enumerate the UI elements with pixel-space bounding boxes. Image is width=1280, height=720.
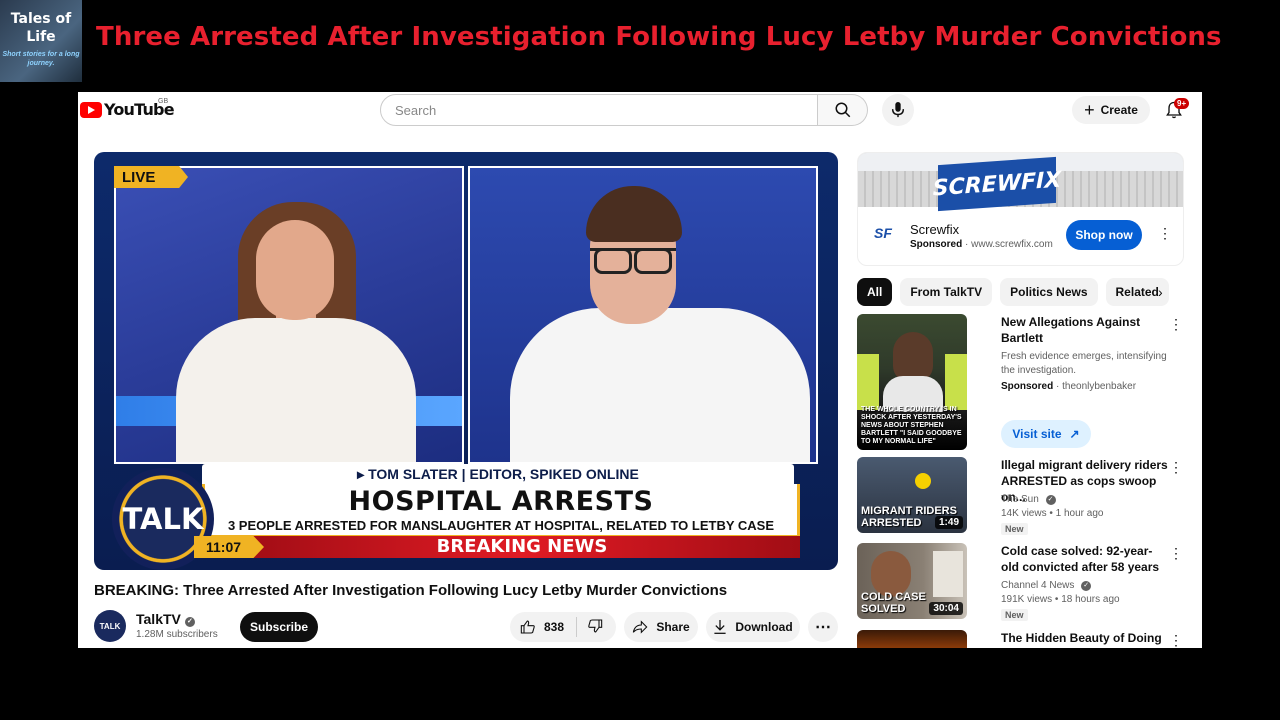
visit-site-label: Visit site: [1012, 427, 1062, 441]
like-button[interactable]: 838: [510, 617, 578, 637]
download-label: Download: [735, 620, 793, 634]
chip-from-talktv[interactable]: From TalkTV: [900, 278, 993, 306]
like-count: 838: [544, 620, 565, 634]
recommendation-item[interactable]: COLD CASE SOLVED 30:04 Cold case solved:…: [857, 543, 1187, 623]
youtube-play-icon: [80, 101, 102, 118]
thumbs-down-icon: [588, 618, 603, 633]
recommendation-item[interactable]: The Hidden Beauty of Doing ⋮: [857, 630, 1187, 648]
rec-title[interactable]: Cold case solved: 92-year-old convicted …: [1001, 543, 1169, 575]
create-button[interactable]: + Create: [1072, 96, 1150, 124]
chip-all[interactable]: All: [857, 278, 893, 306]
rec-description: Fresh evidence emerges, intensifying the…: [1001, 351, 1167, 376]
share-label: Share: [656, 620, 690, 634]
subscribe-button[interactable]: Subscribe: [240, 612, 318, 642]
rec-duration: 1:49: [934, 516, 963, 529]
new-badge: New: [1001, 609, 1028, 621]
recommendation-item[interactable]: MIGRANT RIDERS ARRESTED 1:49 Illegal mig…: [857, 457, 1187, 537]
visit-site-button[interactable]: Visit site ↗: [1001, 420, 1091, 448]
channel-avatar[interactable]: TALK: [94, 610, 126, 642]
lower-third-headline: HOSPITAL ARRESTS: [348, 486, 654, 517]
rec-menu-kebab-icon[interactable]: ⋮: [1169, 459, 1183, 476]
video-title: BREAKING: Three Arrested After Investiga…: [94, 582, 728, 599]
voice-search-button[interactable]: [882, 94, 914, 126]
screwfix-logo-icon: SF: [874, 225, 892, 241]
share-arrow-icon: [633, 620, 648, 634]
thumbs-up-icon: [520, 620, 535, 634]
video-panel-right: [468, 166, 818, 464]
dislike-button[interactable]: [577, 618, 603, 637]
verified-check-icon: ✓: [184, 617, 195, 627]
video-panel-left: [114, 166, 464, 464]
rec-stats: 14K views • 1 hour ago: [1001, 508, 1104, 519]
recommendation-item[interactable]: THE WHOLE COUNTRY IS IN SHOCK AFTER YEST…: [857, 314, 1187, 454]
lower-third-subheadline: 3 PEOPLE ARRESTED FOR MANSLAUGHTER AT HO…: [227, 518, 775, 533]
chevron-right-icon[interactable]: ›: [1158, 284, 1163, 300]
more-actions-button[interactable]: ⋯: [808, 612, 838, 642]
tales-of-life-logo: Tales of Life Short stories for a long j…: [0, 0, 82, 82]
rec-channel: theonlybenbaker: [1062, 381, 1137, 392]
search-button[interactable]: [818, 94, 868, 126]
rec-thumb-caption: THE WHOLE COUNTRY IS IN SHOCK AFTER YEST…: [861, 406, 962, 445]
channel-name[interactable]: TalkTV ✓: [136, 611, 195, 627]
subscriber-count: 1.28M subscribers: [136, 629, 218, 640]
rec-menu-kebab-icon[interactable]: ⋮: [1169, 632, 1183, 648]
new-badge: New: [1001, 523, 1028, 535]
download-button[interactable]: Download: [706, 612, 800, 642]
masthead: YouTube GB Search + Create 9+: [78, 92, 1202, 128]
share-button[interactable]: Share: [624, 612, 698, 642]
search-input[interactable]: Search: [380, 94, 818, 126]
ad-banner-image: SCREWFIX: [858, 153, 1183, 212]
rec-thumbnail[interactable]: THE WHOLE COUNTRY IS IN SHOCK AFTER YEST…: [857, 314, 967, 450]
rec-duration: 30:04: [929, 602, 963, 615]
rec-sponsored-label: Sponsored: [1001, 381, 1054, 392]
rec-title[interactable]: New Allegations Against Bartlett: [1001, 314, 1169, 346]
rec-channel: Channel 4 News ✓: [1001, 579, 1092, 593]
breaking-news-banner: BREAKING NEWS: [244, 536, 800, 558]
create-label: Create: [1100, 103, 1138, 117]
channel-name-text: TalkTV: [136, 611, 181, 627]
microphone-icon: [891, 102, 905, 118]
search-placeholder: Search: [395, 102, 437, 118]
rec-title[interactable]: The Hidden Beauty of Doing: [1001, 630, 1169, 646]
notification-count-badge: 9+: [1174, 98, 1190, 109]
video-player[interactable]: LIVE ▸ TOM SLATER | EDITOR, SPIKED ONLIN…: [94, 152, 838, 570]
ad-menu-kebab-icon[interactable]: ⋮: [1158, 225, 1172, 242]
rec-menu-kebab-icon[interactable]: ⋮: [1169, 316, 1183, 333]
logo-line1: Tales of: [10, 11, 72, 27]
search-icon: [835, 102, 850, 118]
rec-menu-kebab-icon[interactable]: ⋮: [1169, 545, 1183, 562]
lower-third-name: ▸ TOM SLATER | EDITOR, SPIKED ONLINE: [202, 464, 794, 484]
overlay-title: Three Arrested After Investigation Follo…: [96, 22, 1222, 52]
logo-line2: Life: [26, 29, 56, 45]
youtube-page: YouTube GB Search + Create 9+ LIVE ▸ TOM…: [78, 92, 1202, 648]
external-link-arrow-icon: ↗: [1069, 427, 1080, 441]
rec-thumbnail[interactable]: MIGRANT RIDERS ARRESTED 1:49: [857, 457, 967, 533]
recommendation-filter-chips: All From TalkTV Politics News Related: [857, 278, 1169, 306]
rec-meta: Sponsored · theonlybenbaker: [1001, 381, 1137, 392]
live-badge: LIVE: [114, 166, 188, 188]
rec-thumbnail[interactable]: COLD CASE SOLVED 30:04: [857, 543, 967, 619]
region-code: GB: [158, 98, 169, 105]
ad-sponsored-label: Sponsored: [910, 239, 963, 250]
logo-tagline: Short stories for a long journey.: [2, 51, 80, 67]
shop-now-button[interactable]: Shop now: [1066, 220, 1142, 250]
like-dislike-group: 838: [510, 612, 616, 642]
rec-stats: 191K views • 18 hours ago: [1001, 594, 1120, 605]
download-icon: [714, 620, 726, 634]
ad-domain: www.screwfix.com: [971, 239, 1053, 250]
more-horizontal-icon: ⋯: [815, 619, 831, 636]
sponsored-ad-card[interactable]: SCREWFIX SF Screwfix Sponsored · www.scr…: [857, 152, 1184, 266]
plus-icon: +: [1084, 100, 1095, 120]
verified-check-icon: ✓: [1045, 495, 1056, 505]
lower-third-headline-box: HOSPITAL ARRESTS 3 PEOPLE ARRESTED FOR M…: [202, 484, 800, 538]
chip-politics-news[interactable]: Politics News: [1000, 278, 1098, 306]
ad-advertiser-name: Screwfix: [910, 222, 960, 237]
broadcast-time: 11:07: [194, 536, 264, 558]
ad-meta: Sponsored · www.screwfix.com: [910, 239, 1053, 250]
screwfix-sign: SCREWFIX: [933, 156, 1061, 212]
rec-channel: The Sun ✓: [1001, 493, 1056, 507]
verified-check-icon: ✓: [1081, 581, 1092, 591]
rec-thumbnail[interactable]: [857, 630, 967, 648]
